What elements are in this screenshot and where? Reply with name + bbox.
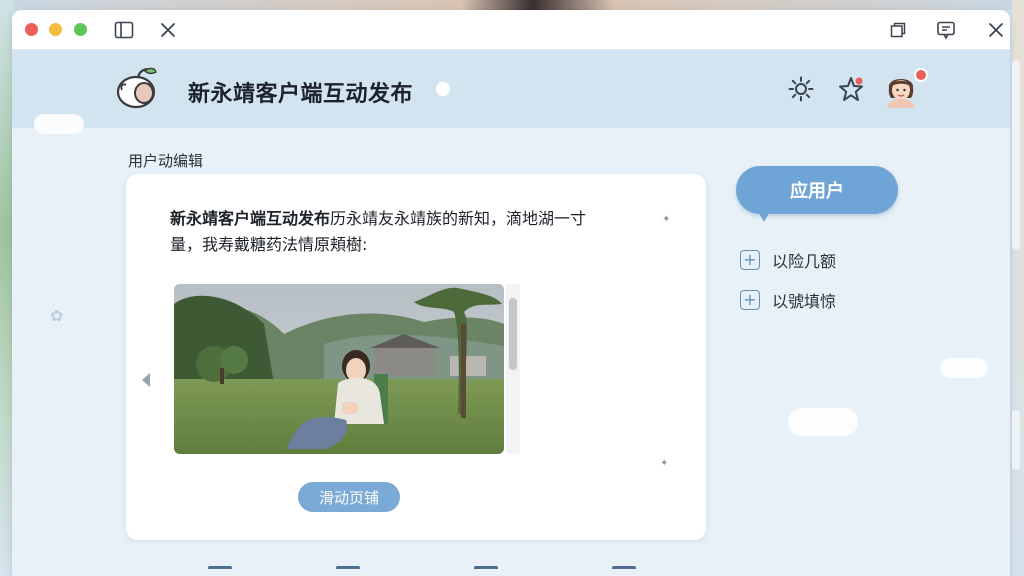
bottom-tab-icon[interactable] xyxy=(336,566,360,576)
sidebar-link-label: 以险几额 xyxy=(772,252,837,271)
sidebar-link[interactable]: + 以险几额 xyxy=(740,248,836,272)
status-dot xyxy=(436,82,450,96)
notification-badge xyxy=(914,68,928,82)
bottom-tab-icon[interactable] xyxy=(612,566,636,576)
message-icon[interactable] xyxy=(934,18,958,42)
app-window: 新永靖客户端互动发布 ✿ 用户动编辑 新永靖客户端互动发布历永靖友永靖族的新知，… xyxy=(12,10,1010,576)
desktop-background-top xyxy=(0,0,1024,10)
decor-cloud xyxy=(788,408,858,436)
user-avatar[interactable] xyxy=(884,70,918,108)
button-tail xyxy=(756,208,772,222)
app-logo-icon xyxy=(114,64,162,112)
photo-scroll-thumb[interactable] xyxy=(509,298,517,370)
favorite-star-icon[interactable] xyxy=(836,74,866,104)
page-scrollbar[interactable] xyxy=(1012,410,1020,470)
decor-sparkle: ✦ xyxy=(662,214,671,225)
apply-user-button[interactable]: 应用户 xyxy=(736,166,898,214)
post-card: 新永靖客户端互动发布历永靖友永靖族的新知，滴地湖一寸 量，我寿戴糖药法情原頬樹:… xyxy=(126,174,706,540)
window-restore-icon[interactable] xyxy=(886,18,910,42)
post-photo[interactable] xyxy=(174,284,504,454)
plus-icon: + xyxy=(740,250,760,270)
decor-sparkle: ✦ xyxy=(660,458,669,469)
post-line-1: 新永靖客户端互动发布历永靖友永靖族的新知，滴地湖一寸 xyxy=(170,206,670,232)
decor-sparkle: ✿ xyxy=(50,306,64,325)
app-header: 新永靖客户端互动发布 xyxy=(12,50,1010,128)
window-close-icon[interactable] xyxy=(984,18,1008,42)
plus-icon: + xyxy=(740,290,760,310)
minimize-window-button[interactable] xyxy=(49,23,62,36)
scroll-feed-button[interactable]: 滑动页铺 xyxy=(298,482,400,512)
settings-icon[interactable] xyxy=(786,74,816,104)
photo-scrollbar[interactable] xyxy=(506,284,520,454)
post-text: 新永靖客户端互动发布历永靖友永靖族的新知，滴地湖一寸 量，我寿戴糖药法情原頬樹: xyxy=(170,206,670,258)
post-line-1-rest: 历永靖友永靖族的新知，滴地湖一寸 xyxy=(330,209,587,228)
sidebar-link-label: 以號填惊 xyxy=(772,292,837,311)
close-tab-icon[interactable] xyxy=(156,18,180,42)
page-scrollbar[interactable] xyxy=(1012,60,1020,250)
decor-cloud xyxy=(940,358,988,378)
app-title: 新永靖客户端互动发布 xyxy=(188,82,414,107)
window-titlebar xyxy=(12,10,1010,50)
close-window-button[interactable] xyxy=(25,23,38,36)
section-label: 用户动编辑 xyxy=(128,152,204,170)
sidebar-toggle-icon[interactable] xyxy=(112,18,136,42)
sidebar-link[interactable]: + 以號填惊 xyxy=(740,288,836,312)
previous-image-arrow[interactable] xyxy=(138,370,154,390)
maximize-window-button[interactable] xyxy=(74,23,87,36)
decor-cloud xyxy=(34,114,84,134)
bottom-tab-icon[interactable] xyxy=(208,566,232,576)
bottom-tab-icon[interactable] xyxy=(474,566,498,576)
post-line-2: 量，我寿戴糖药法情原頬樹: xyxy=(170,235,368,254)
post-lead: 新永靖客户端互动发布 xyxy=(170,209,331,228)
